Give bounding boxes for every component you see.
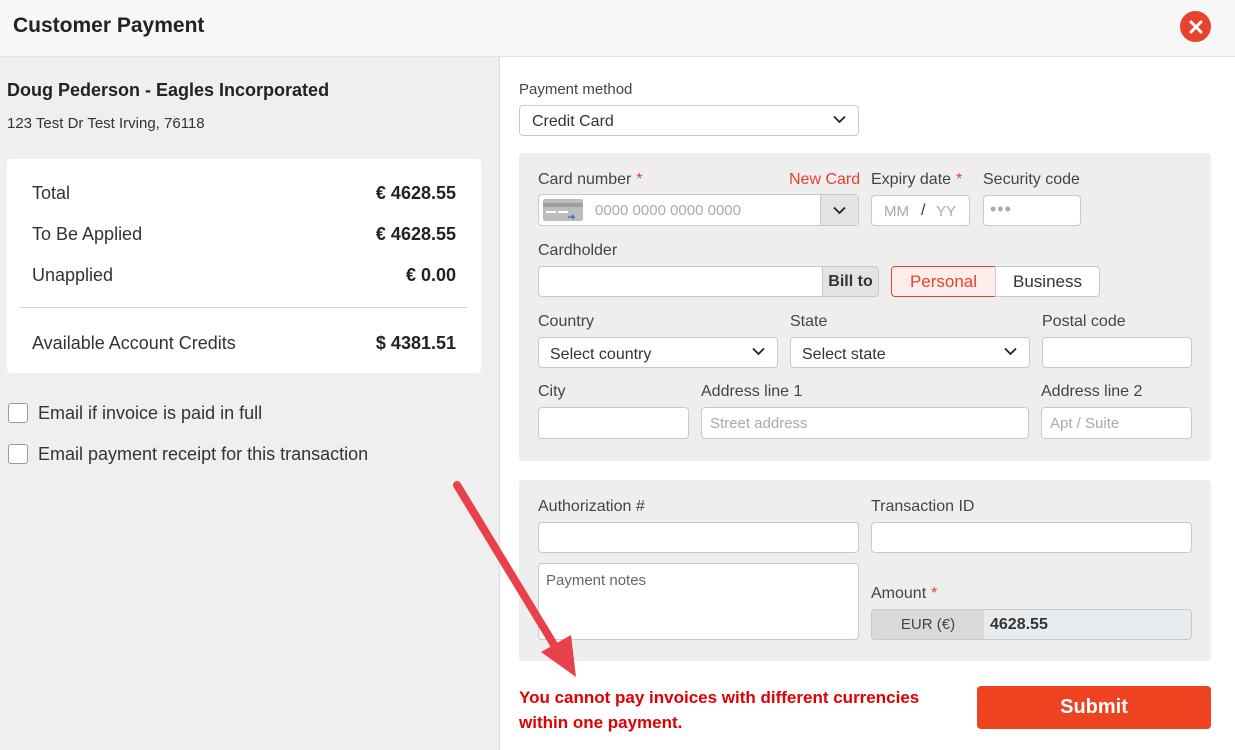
address-line-2-label: Address line 2 [1041,383,1143,400]
country-value: Select country [550,346,652,363]
chevron-down-icon [752,347,765,356]
credit-card-icon [543,199,583,221]
currency-error-message: You cannot pay invoices with different c… [519,688,920,732]
city-input[interactable] [538,407,689,439]
authorization-input[interactable] [538,522,859,553]
customer-address: 123 Test Dr Test Irving, 76118 [7,115,205,132]
amount-currency: EUR (€) [872,610,984,639]
address-line-1-input[interactable]: Street address [701,407,1029,439]
security-code-label: Security code [983,171,1080,188]
payment-notes-textarea[interactable]: Payment notes [538,563,859,640]
email-receipt-checkbox[interactable] [8,444,28,464]
submit-button[interactable]: Submit [977,686,1211,729]
summary-credits-value: $ 4381.51 [375,333,456,353]
address-line-2-input[interactable]: Apt / Suite [1041,407,1192,439]
new-card-link[interactable]: New Card [789,171,860,189]
summary-total: Total € 4628.55 [32,183,456,207]
summary-divider [19,307,467,308]
summary-credits-label: Available Account Credits [32,333,236,353]
customer-panel: Doug Pederson - Eagles Incorporated 123 … [0,57,500,750]
expiry-year-placeholder: YY [936,203,957,220]
chevron-down-icon [833,115,846,124]
summary-unapplied-value: € 0.00 [405,265,456,285]
city-label: City [538,383,566,400]
card-number-placeholder: 0000 0000 0000 0000 [595,202,741,219]
authorization-label: Authorization # [538,498,645,515]
card-select-toggle[interactable] [820,195,858,225]
card-number-input[interactable]: 0000 0000 0000 0000 [538,194,859,226]
security-code-input[interactable]: ••• [983,195,1081,226]
payment-method-select[interactable]: Credit Card [519,105,859,136]
bill-to-personal-button[interactable]: Personal [891,266,996,297]
expiry-month-placeholder: MM [884,203,909,220]
summary-applied-value: € 4628.55 [375,224,456,244]
amount-value: 4628.55 [990,616,1048,633]
transaction-id-label: Transaction ID [871,498,975,515]
payment-method-value: Credit Card [532,113,614,130]
address-line-2-placeholder: Apt / Suite [1050,415,1120,432]
cardholder-input[interactable] [538,266,823,297]
chevron-down-icon [1004,347,1017,356]
bill-to-business-button[interactable]: Business [995,266,1100,297]
summary-total-value: € 4628.55 [375,183,456,203]
summary-applied-label: To Be Applied [32,224,143,244]
close-icon [1189,20,1202,33]
state-value: Select state [802,346,886,363]
payment-notes-placeholder: Payment notes [546,572,647,589]
state-label: State [790,313,828,330]
bill-to-addon: Bill to [822,266,879,297]
card-number-label: Card number * [538,171,643,188]
email-paid-full-label: Email if invoice is paid in full [38,402,263,423]
transaction-id-input[interactable] [871,522,1192,553]
expiry-date-input[interactable]: MM / YY [871,195,970,226]
state-select[interactable]: Select state [790,337,1030,368]
email-paid-full-checkbox[interactable] [8,403,28,423]
country-select[interactable]: Select country [538,337,778,368]
modal-title: Customer Payment [13,14,205,37]
expiry-separator: / [921,202,926,219]
email-receipt-option[interactable]: Email payment receipt for this transacti… [8,443,368,465]
postal-code-input[interactable] [1042,337,1192,368]
amount-label: Amount * [871,585,938,602]
payment-method-label: Payment method [519,81,633,98]
payment-summary: Total € 4628.55 To Be Applied € 4628.55 … [7,159,481,373]
summary-account-credits: Available Account Credits $ 4381.51 [32,333,456,357]
email-paid-full-option[interactable]: Email if invoice is paid in full [8,402,262,424]
summary-total-label: Total [32,183,71,203]
summary-unapplied-label: Unapplied [32,265,114,285]
summary-unapplied: Unapplied € 0.00 [32,265,456,289]
close-button[interactable] [1180,11,1211,42]
modal-header: Customer Payment [0,0,1235,57]
cardholder-label: Cardholder [538,242,618,259]
customer-name: Doug Pederson - Eagles Incorporated [7,80,330,100]
summary-to-be-applied: To Be Applied € 4628.55 [32,224,456,248]
expiry-date-label: Expiry date * [871,171,963,188]
country-label: Country [538,313,595,330]
chevron-down-icon [833,206,846,214]
security-code-placeholder: ••• [990,199,1012,219]
email-receipt-label: Email payment receipt for this transacti… [38,443,369,464]
postal-code-label: Postal code [1042,313,1126,330]
address-line-1-placeholder: Street address [710,415,808,432]
amount-input[interactable]: EUR (€) 4628.55 [871,609,1192,640]
address-line-1-label: Address line 1 [701,383,803,400]
